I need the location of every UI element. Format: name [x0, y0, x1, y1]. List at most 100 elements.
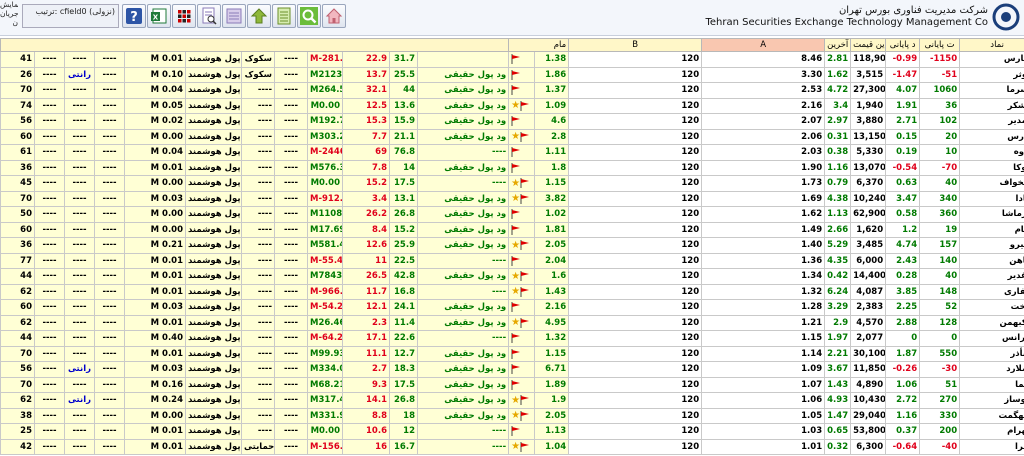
home-button[interactable] — [322, 4, 346, 28]
flag-cell[interactable]: ★ — [508, 175, 536, 192]
table-row[interactable]: 74 ---- ---- ---- M 0.05 پول هوشمند ---- ---- M0… — [0, 97, 1024, 114]
table-row[interactable]: 44 ---- ---- ---- M 0.01 پول هوشمند ---- ---- M7… — [0, 268, 1024, 285]
symbol-cell[interactable]: فوکا — [959, 159, 1024, 176]
column-header-v4[interactable]: ید آخرین — [824, 38, 852, 52]
table-row[interactable]: 60 ---- ---- ---- M 0.00 پول هوشمند ---- ---- M1… — [0, 221, 1024, 238]
flag-cell[interactable] — [508, 144, 536, 161]
flag-cell[interactable] — [508, 376, 536, 393]
up-button[interactable] — [247, 4, 271, 28]
grid-button[interactable] — [172, 4, 196, 28]
table-row[interactable]: 61 ---- ---- ---- M 0.04 پول هوشمند ---- ---- M-… — [0, 144, 1024, 161]
flag-cell[interactable] — [508, 51, 536, 68]
symbol-cell[interactable]: وکبهمن — [959, 314, 1024, 331]
table-row[interactable]: 70 ---- ---- ---- M 0.16 پول هوشمند ---- ---- M6… — [0, 376, 1024, 393]
symbol-cell[interactable]: وارس — [959, 128, 1024, 145]
symbol-cell[interactable]: لسرما — [959, 82, 1024, 99]
flag-cell[interactable] — [508, 82, 536, 99]
symbol-cell[interactable]: بکام — [959, 221, 1024, 238]
column-header-v1[interactable]: ت پایانی — [919, 38, 961, 52]
table-row[interactable]: 62 ---- رانتی ---- M 0.24 پول هوشمند ---- ---- M… — [0, 392, 1024, 409]
table-row[interactable]: 60 ---- ---- ---- M 0.00 پول هوشمند ---- ---- M3… — [0, 128, 1024, 145]
table-row[interactable]: 26 ---- رانتی ---- M 0.10 پول هوشمند سکوک ---- M… — [0, 66, 1024, 83]
symbol-cell[interactable]: تکما — [959, 376, 1024, 393]
symbol-cell[interactable]: سخواف — [959, 175, 1024, 192]
table-row[interactable]: 36 ---- ---- ---- M 0.01 پول هوشمند ---- ---- M5… — [0, 159, 1024, 176]
symbol-cell[interactable]: وغدیر — [959, 268, 1024, 285]
symbol-cell[interactable]: سهگمت — [959, 407, 1024, 424]
preview-button[interactable] — [197, 4, 221, 28]
flag-cell[interactable]: ★ — [508, 268, 536, 285]
flag-cell[interactable] — [508, 206, 536, 223]
flag-cell[interactable] — [508, 252, 536, 269]
table-row[interactable]: 62 ---- ---- ---- M 0.01 پول هوشمند ---- ---- M2… — [0, 314, 1024, 331]
symbol-cell[interactable]: گپارس — [959, 51, 1024, 68]
table-row[interactable]: 42------------M 0.01پول هوشمندسطح حمایتی… — [0, 438, 1024, 455]
table-row[interactable]: 41 ---- ---- ---- M 0.01 پول هوشمند سکوک ---- M-… — [0, 51, 1024, 68]
column-header-v3[interactable]: ین قیمت — [850, 38, 887, 52]
table-row[interactable]: 38 ---- ---- ---- M 0.00 پول هوشمند ---- ---- M3… — [0, 407, 1024, 424]
table-row[interactable]: 70 ---- ---- ---- M 0.01 پول هوشمند ---- ---- M9… — [0, 345, 1024, 362]
symbol-cell[interactable]: قشکر — [959, 97, 1024, 114]
column-header-m[interactable]: مام — [508, 38, 570, 52]
flag-cell[interactable]: ★ — [508, 314, 536, 331]
table-row[interactable]: 56 ---- رانتی ---- M 0.03 پول هوشمند ---- ---- M… — [0, 361, 1024, 378]
excel-button[interactable]: X — [147, 4, 171, 28]
flag-cell[interactable] — [508, 299, 536, 316]
flag-cell[interactable]: ★ — [508, 190, 536, 207]
symbol-cell[interactable]: حفاری — [959, 283, 1024, 300]
table-row[interactable]: 50 ---- ---- ---- M 0.00 پول هوشمند ---- ---- M1… — [0, 206, 1024, 223]
symbol-cell[interactable]: خاهن — [959, 252, 1024, 269]
search-button[interactable] — [297, 4, 321, 28]
table-row[interactable]: 36 ---- ---- ---- M 0.21 پول هوشمند ---- ---- M5… — [0, 237, 1024, 254]
column-header-name[interactable]: نماد — [959, 38, 1024, 52]
flag-cell[interactable] — [508, 361, 536, 378]
symbol-cell[interactable]: غبأذر — [959, 345, 1024, 362]
list-button[interactable] — [222, 4, 246, 28]
sort-field[interactable]: ترتیب: cfield0 (نزولی) — [22, 4, 119, 28]
symbol-cell[interactable]: خوساز — [959, 392, 1024, 409]
symbol-cell[interactable]: زملارد — [959, 361, 1024, 378]
flag-cell[interactable]: ★ — [508, 97, 536, 114]
flag-cell[interactable]: ★ — [508, 438, 536, 455]
report-button[interactable] — [272, 4, 296, 28]
flag-cell[interactable] — [508, 66, 536, 83]
b-cell: 120 — [568, 407, 703, 424]
symbol-cell[interactable]: ومدیر — [959, 113, 1024, 130]
column-header-b[interactable]: B — [568, 38, 703, 52]
table-row[interactable]: 56 ---- ---- ---- M 0.02 پول هوشمند ---- ---- M1… — [0, 113, 1024, 130]
symbol-cell[interactable]: سیرو — [959, 237, 1024, 254]
table-row[interactable]: 62 ---- ---- ---- M 0.01 پول هوشمند ---- ---- M-… — [0, 283, 1024, 300]
flag-cell[interactable]: ★ — [508, 392, 536, 409]
smart-money-cell: پول هوشمند — [185, 113, 242, 130]
column-header-a[interactable]: A — [701, 38, 826, 52]
symbol-cell[interactable]: نمرا — [959, 438, 1024, 455]
flag-cell[interactable] — [508, 330, 536, 347]
symbol-cell[interactable]: تاخت — [959, 299, 1024, 316]
flag-cell[interactable] — [508, 423, 536, 440]
column-header-v2[interactable]: د پایانی — [885, 38, 921, 52]
symbol-cell[interactable]: کهرام — [959, 423, 1024, 440]
symbol-cell[interactable]: بترانس — [959, 330, 1024, 347]
symbol-cell[interactable]: کاوه — [959, 144, 1024, 161]
flag-cell[interactable]: ★ — [508, 407, 536, 424]
flag-cell[interactable]: ★ — [508, 128, 536, 145]
flag-cell[interactable] — [508, 221, 536, 238]
table-row[interactable]: 60 ---- ---- ---- M 0.03 پول هوشمند ---- ---- M-… — [0, 299, 1024, 316]
table-row[interactable]: 70 ---- ---- ---- M 0.03 پول هوشمند ---- ---- M-… — [0, 190, 1024, 207]
flag-cell[interactable]: ★ — [508, 237, 536, 254]
dash-cell: ---- — [34, 392, 65, 409]
table-row[interactable]: 77 ---- ---- ---- M 0.01 پول هوشمند ---- ---- M-… — [0, 252, 1024, 269]
table-row[interactable]: 44 ---- ---- ---- M 0.40 پول هوشمند ---- ---- M-… — [0, 330, 1024, 347]
flag-cell[interactable]: ★ — [508, 283, 536, 300]
star-icon: ★ — [511, 441, 521, 453]
flag-cell[interactable] — [508, 345, 536, 362]
symbol-cell[interactable]: کرماشا — [959, 206, 1024, 223]
symbol-cell[interactable]: کوثر — [959, 66, 1024, 83]
table-row[interactable]: 45 ---- ---- ---- M 0.00 پول هوشمند ---- ---- M0… — [0, 175, 1024, 192]
flag-cell[interactable] — [508, 159, 536, 176]
symbol-cell[interactable]: آبادا — [959, 190, 1024, 207]
flag-cell[interactable] — [508, 113, 536, 130]
table-row[interactable]: 25 ---- ---- ---- M 0.01 پول هوشمند ---- ---- M0… — [0, 423, 1024, 440]
help-button[interactable]: ? — [122, 4, 146, 28]
table-row[interactable]: 70 ---- ---- ---- M 0.04 پول هوشمند ---- ---- M2… — [0, 82, 1024, 99]
